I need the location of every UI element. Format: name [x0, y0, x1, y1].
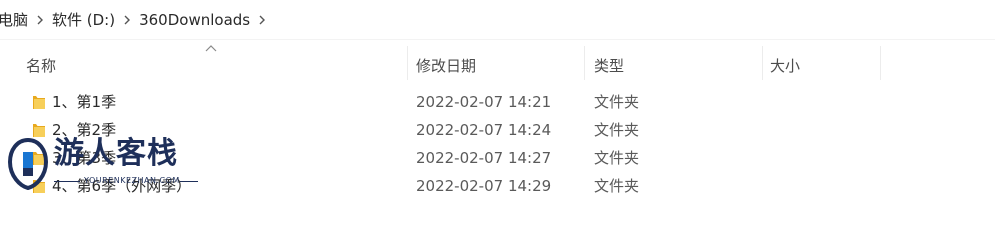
column-header-type[interactable]: 类型	[594, 46, 624, 86]
file-type: 文件夹	[594, 177, 640, 195]
column-divider[interactable]	[584, 46, 585, 80]
file-name[interactable]: 2、第2季	[52, 116, 116, 144]
column-divider[interactable]	[762, 46, 763, 80]
breadcrumb-item-drive-d[interactable]: 软件 (D:)	[52, 0, 115, 40]
folder-icon	[33, 180, 45, 193]
list-item[interactable]: 2、第2季 2022-02-07 14:24 文件夹	[0, 116, 995, 144]
chevron-right-icon[interactable]	[121, 0, 133, 40]
folder-icon	[33, 152, 45, 165]
column-header-size[interactable]: 大小	[770, 46, 800, 86]
folder-icon	[33, 96, 45, 109]
breadcrumb-item-this-pc[interactable]: 电脑	[0, 0, 28, 40]
file-type: 文件夹	[594, 121, 640, 139]
column-header-name[interactable]: 名称	[26, 46, 56, 86]
file-name[interactable]: 3、第3季	[52, 144, 116, 172]
list-item[interactable]: 3、第3季 2022-02-07 14:27 文件夹	[0, 144, 995, 172]
file-date-modified: 2022-02-07 14:24	[416, 121, 552, 139]
file-name[interactable]: 4、第6季（外网季）	[52, 172, 191, 200]
address-bar[interactable]: 电脑 软件 (D:) 360Downloads	[0, 0, 995, 40]
file-explorer-window: 电脑 软件 (D:) 360Downloads 名称 修改日期 类型 大小 1、…	[0, 0, 995, 202]
folder-icon	[33, 124, 45, 137]
list-item[interactable]: 4、第6季（外网季） 2022-02-07 14:29 文件夹	[0, 172, 995, 200]
file-date-modified: 2022-02-07 14:27	[416, 149, 552, 167]
file-date-modified: 2022-02-07 14:29	[416, 177, 552, 195]
file-list: 1、第1季 2022-02-07 14:21 文件夹 2、第2季 2022-02…	[0, 88, 995, 200]
file-type: 文件夹	[594, 149, 640, 167]
file-type: 文件夹	[594, 93, 640, 111]
column-header-row: 名称 修改日期 类型 大小	[0, 45, 995, 86]
file-date-modified: 2022-02-07 14:21	[416, 93, 552, 111]
chevron-right-icon[interactable]	[256, 0, 268, 40]
sort-ascending-icon	[205, 45, 217, 52]
list-item[interactable]: 1、第1季 2022-02-07 14:21 文件夹	[0, 88, 995, 116]
column-header-date-modified[interactable]: 修改日期	[416, 46, 476, 86]
column-divider[interactable]	[407, 46, 408, 80]
file-name[interactable]: 1、第1季	[52, 88, 116, 116]
column-divider[interactable]	[880, 46, 881, 80]
breadcrumb-item-360downloads[interactable]: 360Downloads	[139, 0, 250, 40]
chevron-right-icon[interactable]	[34, 0, 46, 40]
